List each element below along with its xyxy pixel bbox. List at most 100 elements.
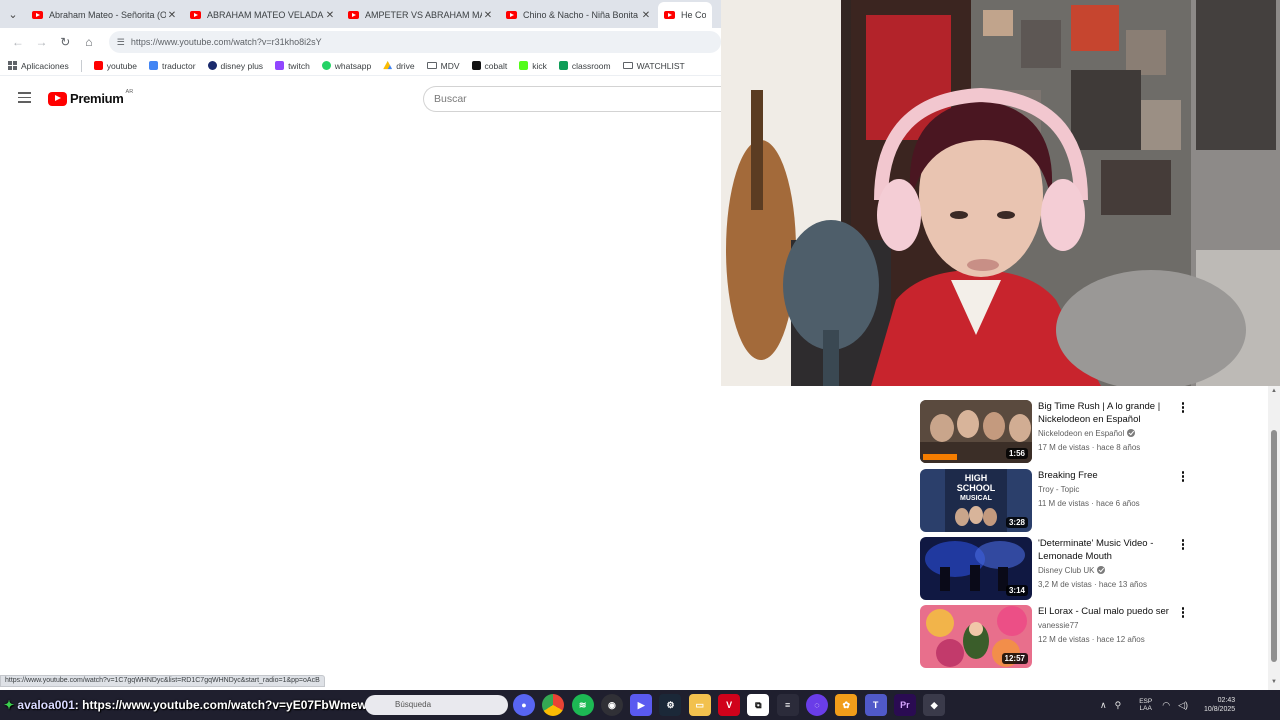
video-title[interactable]: El Lorax - Cual malo puedo ser (1038, 605, 1170, 618)
microphone-icon[interactable]: ⚲ (1115, 700, 1122, 711)
address-bar[interactable]: ☰ https://www.youtube.com/watch?v=r31kho… (108, 31, 721, 53)
steam-icon[interactable]: ⚙ (659, 694, 682, 716)
discord-icon[interactable]: ● (513, 694, 535, 716)
youtube-premium-logo[interactable]: Premium AR (48, 89, 133, 106)
bookmark-label: cobalt (484, 60, 508, 71)
teams-icon[interactable]: T (864, 694, 887, 716)
obs-icon[interactable]: ◉ (600, 694, 623, 716)
browser-tab[interactable]: AMPETER VS ABRAHAM MATE ✕ (342, 2, 500, 28)
back-arrow-icon[interactable]: ← (6, 30, 30, 54)
recommendation-item[interactable]: 3:14 'Determinate' Music Video - Lemonad… (920, 537, 1200, 601)
status-link-preview: https://www.youtube.com/watch?v=1C7gqWHN… (0, 675, 325, 687)
close-tab-icon[interactable]: ✕ (324, 10, 336, 21)
disney-icon (207, 61, 217, 70)
spotify-icon[interactable]: ≋ (571, 694, 594, 716)
video-title[interactable]: Breaking Free (1038, 469, 1170, 482)
valorant-icon[interactable]: V (718, 694, 741, 716)
video-thumbnail[interactable]: HIGH SCHOOL MUSICAL 3:28 (920, 469, 1032, 532)
notepad-icon[interactable]: ≡ (776, 694, 799, 716)
bookmark-label: twitch (288, 60, 310, 71)
bookmark-drive[interactable]: drive (383, 60, 415, 71)
volume-icon[interactable]: ◁) (1178, 700, 1188, 711)
channel-name[interactable]: Nickelodeon en Español (1038, 429, 1124, 438)
bookmark-twitch[interactable]: twitch (275, 61, 310, 71)
system-clock[interactable]: 02:43 10/8/2025 (1204, 696, 1235, 714)
browser-tab-strip: ⌄ Abraham Mateo - Señorita (Of ✕ ABRAHAM… (0, 0, 721, 28)
bookmark-folder-watchlist[interactable]: WATCHLIST (622, 61, 685, 71)
bookmark-folder-mdv[interactable]: MDV (426, 61, 460, 71)
recommendation-item[interactable]: 12:57 El Lorax - Cual malo puedo ser van… (920, 605, 1200, 669)
channel-line: Troy - Topic (1038, 483, 1170, 496)
bookmark-whatsapp[interactable]: whatsapp (321, 61, 371, 71)
youtube-play-logo-icon (48, 91, 67, 106)
channel-name[interactable]: Disney Club UK (1038, 566, 1094, 575)
video-title[interactable]: Big Time Rush | A lo grande | Nickelodeo… (1038, 400, 1170, 426)
bookmark-disney-plus[interactable]: disney plus (207, 61, 263, 71)
browser-tab[interactable]: Chino & Nacho - Niña Bonita - ✕ (500, 2, 658, 28)
bookmark-kick[interactable]: kick (519, 61, 547, 71)
logo-text: Premium (70, 91, 124, 106)
tab-title: AMPETER VS ABRAHAM MATE (365, 10, 482, 20)
youtube-favicon-icon (506, 11, 517, 19)
taskbar-apps: ● ≋ ◉ ▶ ⚙ ▭ V ⧉ ≡ ◌ ✿ T Pr ◆ (513, 694, 952, 716)
close-tab-icon[interactable]: ✕ (482, 10, 494, 21)
more-options-icon[interactable] (1178, 402, 1188, 414)
channel-name[interactable]: Troy - Topic (1038, 485, 1079, 494)
bookmark-label: traductor (161, 60, 196, 71)
video-info: Big Time Rush | A lo grande | Nickelodeo… (1038, 400, 1170, 454)
forward-arrow-icon[interactable]: → (30, 30, 54, 54)
video-thumbnail[interactable]: 3:14 (920, 537, 1032, 600)
media-player-icon[interactable]: ▶ (630, 694, 653, 716)
page-scrollbar[interactable]: ▲ ▼ (1268, 386, 1280, 690)
hamburger-menu-icon[interactable] (18, 92, 31, 106)
video-meta: 3,2 M de vistas · hace 13 años (1038, 580, 1147, 589)
search-input[interactable]: Buscar (423, 86, 723, 112)
folder-icon (622, 62, 633, 69)
browser-tab[interactable]: ABRAHAM MATEO VELADA - Y ✕ (184, 2, 342, 28)
chrome-icon[interactable] (542, 694, 565, 716)
tray-overflow-chevron-icon[interactable]: ∧ (1100, 700, 1107, 711)
bookmark-youtube[interactable]: youtube (93, 61, 137, 71)
more-options-icon[interactable] (1178, 607, 1188, 619)
scroll-down-arrow-icon[interactable]: ▼ (1271, 679, 1277, 685)
youtube-favicon-icon (190, 11, 201, 19)
reload-icon[interactable]: ↻ (53, 30, 77, 54)
youtube-icon (93, 61, 103, 70)
site-info-icon[interactable]: ☰ (117, 37, 125, 48)
game-launcher-icon[interactable]: ◆ (923, 694, 946, 716)
youtube-favicon-icon (348, 11, 359, 19)
close-tab-icon[interactable]: ✕ (166, 10, 178, 21)
bookmark-aplicaciones[interactable]: Aplicaciones (8, 61, 69, 71)
recommendation-item[interactable]: HIGH SCHOOL MUSICAL 3:28 Breaking Free T… (920, 469, 1200, 533)
scrollbar-thumb[interactable] (1271, 430, 1277, 662)
close-tab-icon[interactable]: ✕ (640, 10, 652, 21)
fl-studio-icon[interactable]: ✿ (835, 694, 858, 716)
video-duration: 3:14 (1005, 585, 1028, 596)
language-indicator[interactable]: ESP LAA (1139, 698, 1152, 712)
classroom-icon (558, 61, 568, 70)
bookmark-traductor[interactable]: traductor (148, 60, 196, 71)
taskbar-search-input[interactable]: Búsqueda (365, 695, 508, 715)
video-thumbnail[interactable]: 1:56 (920, 400, 1032, 463)
browser-tab-active[interactable]: He Could B (658, 2, 712, 28)
bookmark-classroom[interactable]: classroom (558, 61, 611, 71)
bookmark-label: drive (396, 60, 415, 71)
file-explorer-icon[interactable]: ▭ (688, 694, 711, 716)
bookmark-cobalt[interactable]: cobalt (471, 60, 508, 71)
wifi-icon[interactable]: ◠ (1162, 700, 1170, 711)
home-icon[interactable]: ⌂ (77, 30, 101, 54)
more-options-icon[interactable] (1178, 471, 1188, 483)
scroll-up-arrow-icon[interactable]: ▲ (1271, 388, 1277, 394)
video-thumbnail[interactable]: 12:57 (920, 605, 1032, 668)
browser-tab[interactable]: Abraham Mateo - Señorita (Of ✕ (26, 2, 184, 28)
tab-search-chevron-icon[interactable]: ⌄ (0, 0, 26, 28)
verified-check-icon (1127, 429, 1136, 437)
recommendation-item[interactable]: 1:56 Big Time Rush | A lo grande | Nicke… (920, 400, 1200, 464)
channel-name[interactable]: vanessie77 (1038, 621, 1078, 630)
bookmark-label: Aplicaciones (21, 60, 69, 71)
messenger-icon[interactable]: ◌ (805, 694, 828, 716)
capcut-icon[interactable]: ⧉ (747, 694, 770, 716)
more-options-icon[interactable] (1178, 539, 1188, 551)
video-title[interactable]: 'Determinate' Music Video - Lemonade Mou… (1038, 537, 1170, 563)
premiere-pro-icon[interactable]: Pr (893, 694, 916, 716)
